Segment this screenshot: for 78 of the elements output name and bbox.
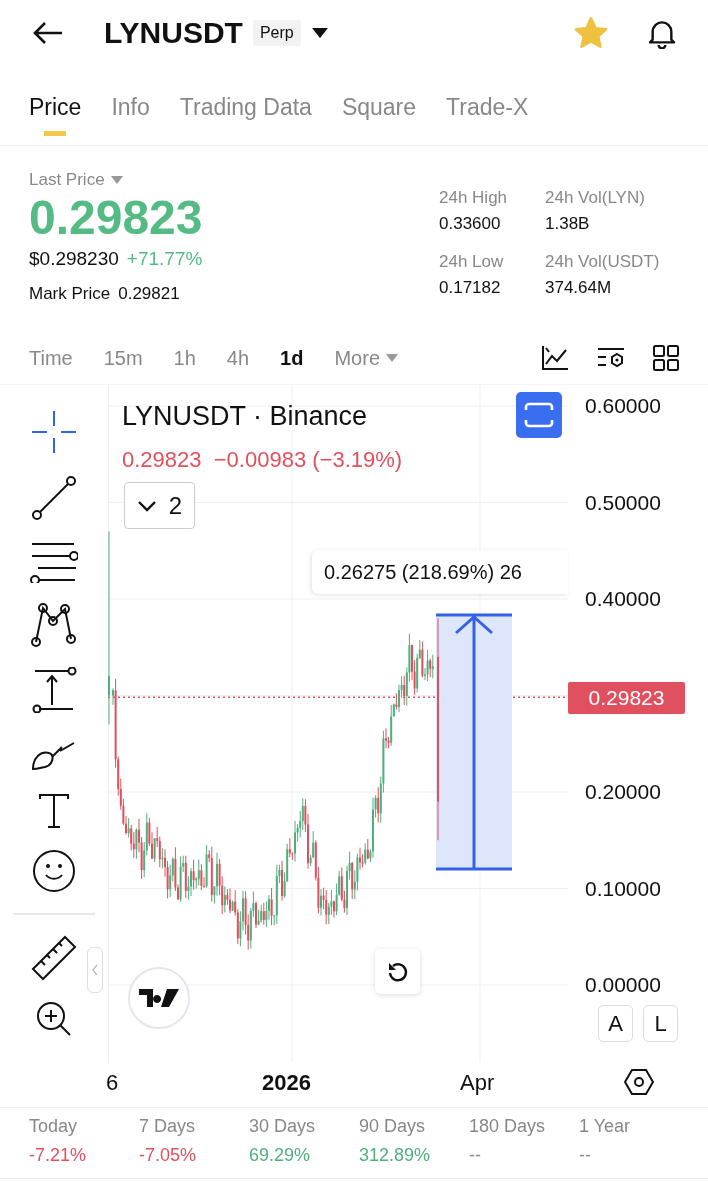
period-label: 90 Days: [359, 1116, 427, 1137]
parallel-lines-icon[interactable]: [30, 541, 78, 583]
mark-price-label: Mark Price: [29, 284, 111, 304]
pattern-icon[interactable]: [31, 603, 77, 647]
caret-icon: [386, 354, 399, 362]
tab[interactable]: Square: [341, 78, 417, 136]
measure-tool-icon[interactable]: [31, 667, 77, 713]
chart-quote: 0.29823 −0.00983 (−3.19%): [122, 447, 403, 472]
price-axis-label: 0.20000: [585, 780, 661, 804]
period-label: 1 Year: [579, 1116, 632, 1137]
stat-label: 24h Vol(LYN): [545, 188, 646, 208]
stat-label: 24h High: [439, 188, 509, 208]
star-icon[interactable]: [574, 17, 608, 49]
collapse-handle[interactable]: [87, 947, 103, 993]
price-change: +71.77%: [126, 248, 203, 270]
stat-value: 374.64M: [545, 278, 613, 298]
period-change: 69.29%: [249, 1145, 312, 1166]
chevron-down-icon: [136, 499, 157, 512]
emoji-icon[interactable]: [32, 849, 76, 893]
scale-button[interactable]: L: [643, 1005, 678, 1042]
price-axis-label: 0.10000: [585, 876, 661, 901]
stat-value: 0.33600: [439, 214, 502, 234]
chevron-left-icon: [92, 964, 98, 976]
tab[interactable]: Trading Data: [179, 78, 312, 136]
time-axis-label: Apr: [460, 1070, 495, 1096]
stat-label: 24h Vol(USDT): [545, 252, 661, 272]
caret-icon[interactable]: [310, 27, 329, 39]
price-axis-label: 0.60000: [585, 394, 661, 418]
reset-button[interactable]: [375, 949, 420, 994]
tab[interactable]: Trade-X: [446, 78, 529, 136]
time-axis-label: 6: [106, 1070, 119, 1096]
stat-label: 24h Low: [439, 252, 505, 272]
trend-line-icon[interactable]: [31, 475, 77, 521]
tab[interactable]: Price: [29, 78, 82, 136]
crosshair-icon[interactable]: [31, 409, 77, 455]
grid-layout-icon[interactable]: [653, 345, 679, 371]
contract-badge: Perp: [252, 20, 301, 46]
time-axis-label: 2026: [262, 1070, 311, 1096]
price-axis-label: 0.50000: [585, 490, 661, 515]
line-chart-icon[interactable]: [541, 345, 569, 371]
price-axis-label: 0.40000: [585, 587, 661, 611]
last-price: 0.29823: [29, 190, 204, 246]
more-dropdown[interactable]: More: [334, 346, 399, 370]
period-label: 7 Days: [139, 1116, 197, 1137]
period-label: 30 Days: [249, 1116, 317, 1137]
back-arrow-icon[interactable]: [32, 21, 64, 45]
frame-icon: [524, 402, 554, 428]
period-label: Today: [29, 1116, 79, 1137]
timeframe-tab[interactable]: 15m: [103, 346, 143, 370]
screenshot-button[interactable]: [516, 392, 562, 438]
period-change: 312.89%: [359, 1145, 432, 1166]
symbol-title: LYNUSDT: [104, 16, 243, 50]
measure-tooltip: 0.26275 (218.69%) 26: [312, 550, 568, 594]
zoom-in-icon[interactable]: [36, 1001, 72, 1037]
last-price-label[interactable]: Last Price: [29, 170, 105, 190]
indicators-toggle[interactable]: 2: [124, 482, 195, 529]
timeframe-tab[interactable]: Time: [29, 346, 73, 370]
price-axis-label: 0.00000: [585, 973, 661, 997]
stat-value: 1.38B: [545, 214, 591, 234]
usd-price: $0.298230: [29, 248, 119, 270]
period-change: -7.05%: [139, 1145, 198, 1166]
scale-button[interactable]: A: [598, 1005, 633, 1042]
period-change: --: [469, 1145, 482, 1166]
period-change: -7.21%: [29, 1145, 88, 1166]
timeframe-tab[interactable]: 1h: [173, 346, 196, 370]
ruler-icon[interactable]: [31, 935, 77, 981]
reset-icon: [386, 960, 409, 983]
chart-symbol-title: LYNUSDT · Binance: [122, 401, 368, 431]
settings-icon[interactable]: [624, 1068, 654, 1096]
current-price-badge: 0.29823: [568, 682, 685, 715]
timeframe-tab[interactable]: 1d: [280, 346, 304, 370]
period-label: 180 Days: [469, 1116, 547, 1137]
timeframe-tab[interactable]: 4h: [226, 346, 250, 370]
tab[interactable]: Info: [111, 78, 150, 136]
period-change: --: [579, 1145, 592, 1166]
stat-value: 0.17182: [439, 278, 502, 298]
text-tool-icon[interactable]: [38, 793, 70, 829]
mark-price: 0.29821: [118, 284, 180, 304]
